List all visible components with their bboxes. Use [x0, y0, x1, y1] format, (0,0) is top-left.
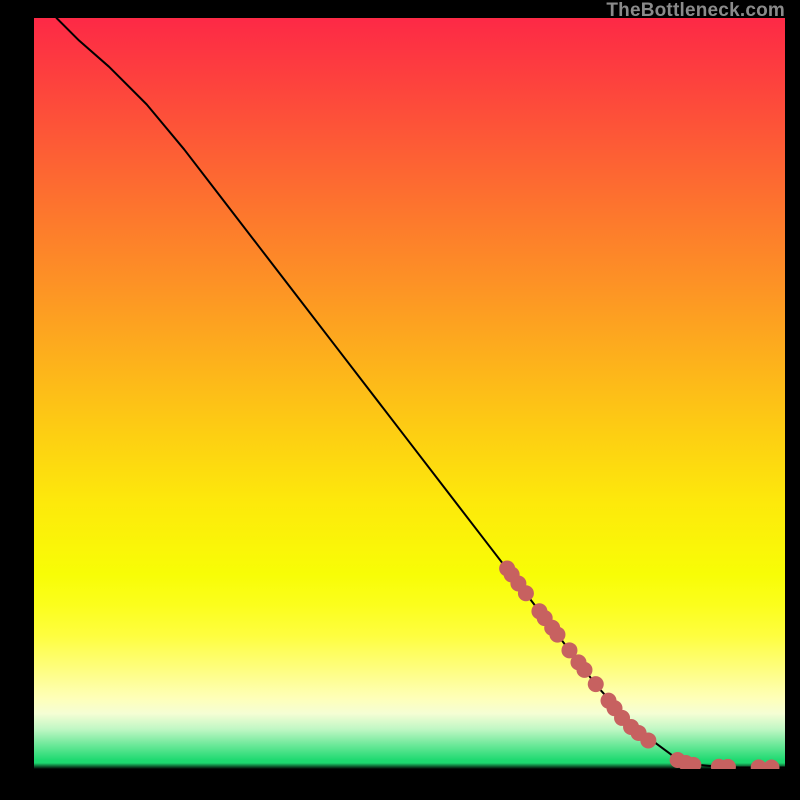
chart-frame: TheBottleneck.com	[0, 0, 800, 800]
data-dot	[518, 585, 534, 601]
gradient-background	[34, 18, 785, 769]
data-dot	[640, 732, 656, 748]
data-dot	[549, 627, 565, 643]
data-dot	[588, 676, 604, 692]
data-dot	[576, 662, 592, 678]
plot-area	[34, 18, 785, 769]
chart-svg	[34, 18, 785, 769]
